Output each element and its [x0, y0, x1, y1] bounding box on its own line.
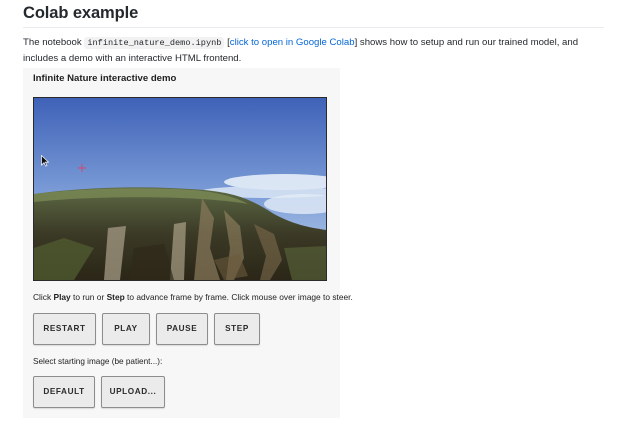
- upload-image-button[interactable]: UPLOAD...: [101, 376, 165, 408]
- restart-button[interactable]: RESTART: [33, 313, 96, 345]
- notebook-filename: infinite_nature_demo.ipynb: [84, 37, 225, 49]
- instructions-part1: Click: [33, 292, 54, 302]
- step-button[interactable]: STEP: [214, 313, 260, 345]
- demo-panel: Infinite Nature interactive demo Click P…: [23, 68, 353, 418]
- demo-title: Infinite Nature interactive demo: [33, 73, 177, 84]
- instructions-part3: to advance frame by frame. Click mouse o…: [124, 292, 353, 302]
- demo-instructions: Click Play to run or Step to advance fra…: [33, 292, 353, 302]
- intro-paragraph: The notebook infinite_nature_demo.ipynb …: [23, 35, 608, 66]
- scene-canvas[interactable]: [33, 97, 327, 281]
- pause-button[interactable]: PAUSE: [156, 313, 208, 345]
- play-button[interactable]: PLAY: [102, 313, 150, 345]
- section-heading: Colab example: [23, 4, 139, 22]
- instructions-step-word: Step: [106, 292, 125, 302]
- default-image-button[interactable]: DEFAULT: [33, 376, 95, 408]
- instructions-play-word: Play: [53, 292, 71, 302]
- scene-image[interactable]: [34, 98, 326, 280]
- heading-divider: [23, 27, 604, 28]
- mouse-pointer-icon: [41, 155, 49, 167]
- select-image-label: Select starting image (be patient...):: [33, 357, 163, 366]
- colab-link[interactable]: click to open in Google Colab: [230, 37, 355, 48]
- intro-prefix: The notebook: [23, 37, 85, 48]
- instructions-part2: to run or: [70, 292, 107, 302]
